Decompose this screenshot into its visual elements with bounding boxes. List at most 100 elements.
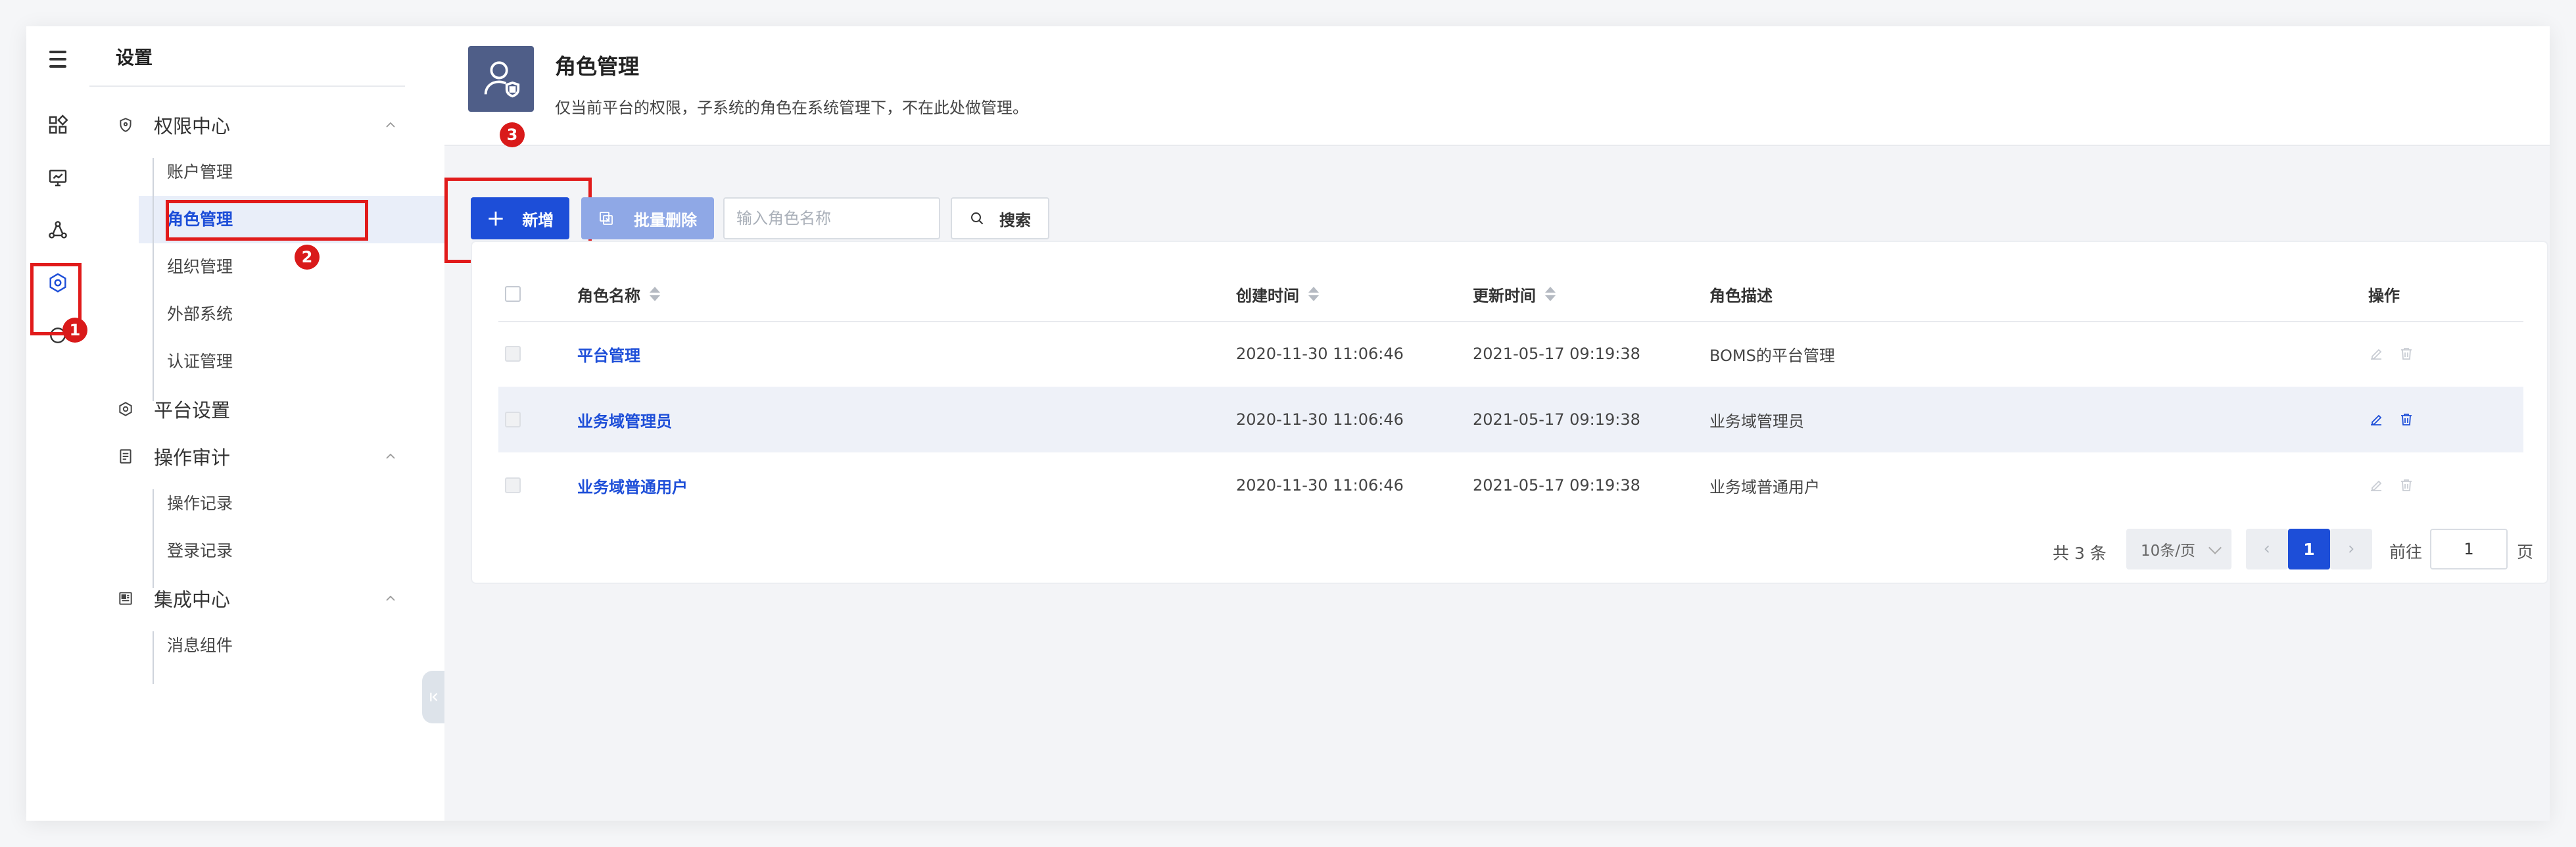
app-window: 1 设置 权限中心 账户管理 角色管理 组织管理 外部系统 认证管理 平台设置: [26, 26, 2550, 821]
role-user-icon: [468, 46, 534, 112]
toolbar: + 新增 批量删除 搜索: [444, 145, 2550, 263]
shield-icon: [116, 115, 135, 135]
page-header: 角色管理 仅当前平台的权限，子系统的角色在系统管理下，不在此处做管理。 3: [444, 26, 2550, 147]
batch-delete-label: 批量删除: [634, 210, 697, 230]
row-checkbox[interactable]: [505, 346, 521, 362]
role-name-search-input[interactable]: [723, 197, 940, 239]
add-button[interactable]: + 新增: [471, 197, 569, 239]
sidebar-item-external-systems[interactable]: 外部系统: [167, 293, 430, 333]
monitor-icon[interactable]: [45, 164, 71, 191]
chevron-up-icon[interactable]: [383, 448, 398, 464]
page-suffix-label: 页: [2517, 543, 2534, 562]
goto-page-input[interactable]: [2430, 529, 2508, 569]
network-icon[interactable]: [45, 217, 71, 243]
updated-time-cell: 2021-05-17 09:19:38: [1473, 345, 1640, 363]
created-time-cell: 2020-11-30 11:06:46: [1236, 476, 1404, 495]
updated-time-cell: 2021-05-17 09:19:38: [1473, 476, 1640, 495]
row-checkbox-cell: [505, 387, 521, 452]
sidebar-group-label: 权限中心: [154, 115, 231, 137]
roles-table-card: 角色名称 创建时间 更新时间 角色描述 操作 平台管理 2020-11-30 1…: [471, 241, 2548, 584]
row-checkbox-cell: [505, 321, 521, 387]
role-management-highlight-box: [166, 200, 368, 241]
batch-delete-button[interactable]: 批量删除: [581, 197, 714, 239]
platform-settings-icon: [116, 399, 135, 419]
tree-line: [153, 158, 154, 401]
step-badge-1: 1: [62, 318, 87, 343]
sidebar-item-operation-log[interactable]: 操作记录: [167, 483, 430, 522]
icon-rail: 1: [26, 26, 91, 821]
document-icon: [116, 447, 135, 466]
select-all-checkbox[interactable]: [505, 286, 521, 302]
sidebar-group-label: 集成中心: [154, 589, 231, 611]
search-button-label: 搜索: [999, 210, 1031, 230]
sidebar-item-message-component[interactable]: 消息组件: [167, 625, 430, 664]
tree-line: [153, 489, 154, 588]
plus-icon: +: [486, 205, 506, 231]
page-number-current[interactable]: 1: [2288, 529, 2330, 569]
sort-icon[interactable]: [1545, 287, 1556, 301]
page-title: 角色管理: [555, 54, 640, 79]
prev-page-button[interactable]: [2246, 529, 2288, 569]
chevron-left-icon: [2264, 545, 2270, 553]
sidebar-group-label: 操作审计: [154, 447, 231, 469]
column-header-description: 角色描述: [1709, 286, 1773, 305]
updated-time-cell: 2021-05-17 09:19:38: [1473, 410, 1640, 429]
search-icon: [969, 210, 985, 226]
table-row[interactable]: 业务域管理员 2020-11-30 11:06:46 2021-05-17 09…: [498, 387, 2523, 452]
sidebar-item-account-management[interactable]: 账户管理: [167, 151, 430, 191]
column-header-role-name[interactable]: 角色名称: [577, 267, 660, 321]
sort-icon[interactable]: [650, 287, 660, 301]
edit-icon[interactable]: [2368, 477, 2384, 493]
role-name-link[interactable]: 业务域管理员: [577, 387, 672, 452]
column-label: 更新时间: [1473, 286, 1536, 305]
tree-line: [153, 631, 154, 684]
sidebar-group-platform-settings[interactable]: 平台设置: [116, 389, 398, 429]
sidebar-divider: [89, 85, 405, 87]
role-name-link[interactable]: 业务域普通用户: [577, 452, 688, 518]
created-time-cell: 2020-11-30 11:06:46: [1236, 345, 1404, 363]
sidebar-group-permission-center[interactable]: 权限中心: [116, 105, 398, 145]
chevron-up-icon[interactable]: [383, 117, 398, 133]
operations-cell: [2368, 387, 2414, 452]
next-page-button[interactable]: [2330, 529, 2372, 569]
description-cell: 业务域管理员: [1709, 412, 1804, 431]
column-label: 角色名称: [577, 286, 640, 305]
menu-icon[interactable]: [45, 46, 71, 72]
dashboard-icon[interactable]: [45, 112, 71, 138]
sidebar-title: 设置: [116, 47, 153, 68]
sidebar-item-auth-management[interactable]: 认证管理: [167, 341, 430, 380]
table-row[interactable]: 平台管理 2020-11-30 11:06:46 2021-05-17 09:1…: [498, 321, 2523, 387]
column-label: 创建时间: [1236, 286, 1299, 305]
sidebar-item-login-log[interactable]: 登录记录: [167, 530, 430, 569]
page-size-select[interactable]: 10条/页: [2126, 529, 2231, 569]
pagination-total: 共 3 条: [2053, 544, 2107, 563]
sidebar-collapse-toggle[interactable]: [422, 671, 444, 723]
column-header-updated-time[interactable]: 更新时间: [1473, 267, 1556, 321]
description-cell: BOMS的平台管理: [1709, 346, 1835, 365]
edit-icon[interactable]: [2368, 412, 2384, 427]
sidebar-group-label: 平台设置: [154, 399, 231, 422]
row-checkbox-cell: [505, 452, 521, 518]
role-name-link[interactable]: 平台管理: [577, 321, 640, 387]
row-checkbox[interactable]: [505, 477, 521, 493]
column-header-created-time[interactable]: 创建时间: [1236, 267, 1319, 321]
delete-icon[interactable]: [2398, 477, 2414, 493]
delete-icon[interactable]: [2398, 346, 2414, 362]
search-button[interactable]: 搜索: [951, 197, 1049, 239]
edit-icon[interactable]: [2368, 346, 2384, 362]
chevron-up-icon[interactable]: [383, 591, 398, 606]
sidebar-group-integration-center[interactable]: 集成中心: [116, 579, 398, 618]
collapse-icon: [430, 692, 438, 702]
table-row[interactable]: 业务域普通用户 2020-11-30 11:06:46 2021-05-17 0…: [498, 452, 2523, 518]
delete-icon[interactable]: [2398, 412, 2414, 427]
sort-icon[interactable]: [1308, 287, 1319, 301]
page-description: 仅当前平台的权限，子系统的角色在系统管理下，不在此处做管理。: [555, 99, 1028, 117]
step-badge-3: 3: [500, 122, 525, 147]
select-all-checkbox-cell: [505, 267, 521, 321]
table-header: 角色名称 创建时间 更新时间 角色描述 操作: [498, 267, 2523, 322]
sidebar-group-operation-audit[interactable]: 操作审计: [116, 437, 398, 476]
created-time-cell: 2020-11-30 11:06:46: [1236, 410, 1404, 429]
step-badge-2: 2: [295, 245, 320, 270]
row-checkbox[interactable]: [505, 412, 521, 427]
chevron-down-icon: [2208, 541, 2222, 554]
